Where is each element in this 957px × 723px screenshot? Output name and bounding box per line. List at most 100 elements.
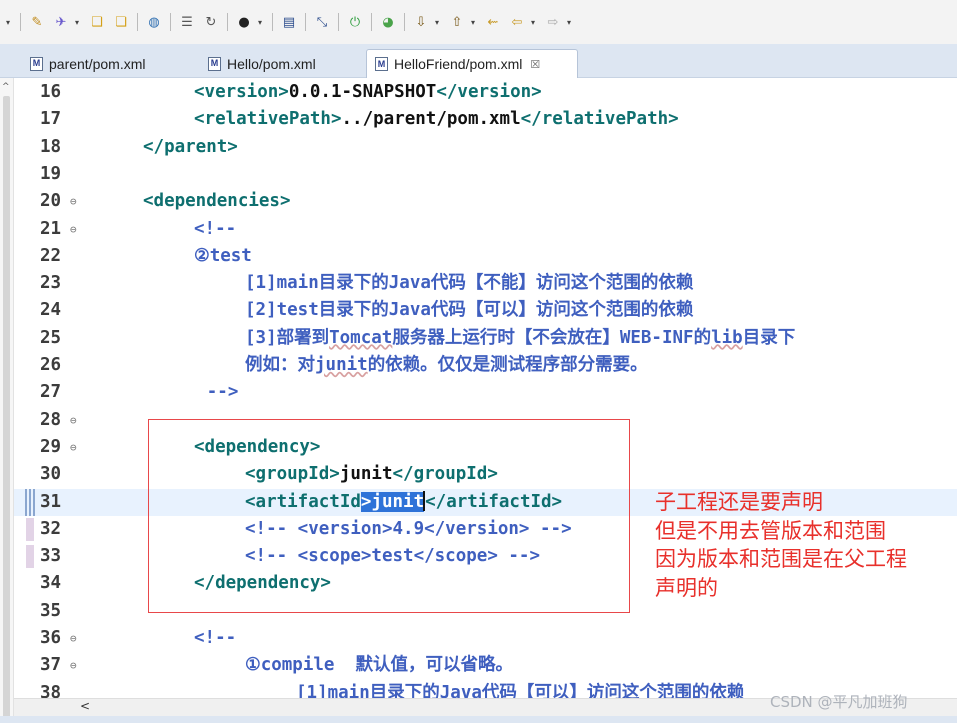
code-line[interactable]: 16 <version>0.0.1-SNAPSHOT</version> [14,79,957,106]
code-line[interactable]: 20 ⊖ <dependencies> [14,188,957,215]
next-annotation-dropdown-icon[interactable]: ▾ [435,18,443,27]
code-text[interactable]: [3]部署到Tomcat服务器上运行时【不会放在】WEB-INF的lib目录下 [245,325,795,352]
run-dropdown-icon[interactable]: ▾ [75,18,83,27]
code-token: Tomcat [329,327,393,348]
scroll-left-icon[interactable]: < [80,699,90,713]
code-line[interactable]: 24 [2]test目录下的Java代码【可以】访问这个范围的依赖 [14,297,957,324]
maven-file-icon: M [30,56,43,71]
code-token: 0.0.1-SNAPSHOT [288,82,437,102]
code-text[interactable]: <dependencies> [143,188,291,215]
code-line[interactable]: 23 [1]main目录下的Java代码【不能】访问这个范围的依赖 [14,270,957,297]
code-text[interactable]: --> [207,379,239,406]
scroll-up-icon[interactable]: ^ [2,82,10,92]
debug-dropdown-icon[interactable]: ▾ [258,18,266,27]
line-number: 30 [40,464,62,485]
code-text[interactable]: [1]main目录下的Java代码【不能】访问这个范围的依赖 [245,270,693,297]
console-icon[interactable]: ▤ [279,12,299,32]
toolbar-separator [227,13,228,31]
code-text[interactable]: <!-- [194,216,236,243]
line-number: 32 [40,518,62,539]
code-text[interactable]: 例如：对junit的依赖。仅仅是测试程序部分需要。 [245,352,648,379]
code-token: lib [711,327,743,348]
code-text[interactable]: [1]main目录下的Java代码【可以】访问这个范围的依赖 [296,680,744,698]
forward-dropdown-icon[interactable]: ▾ [567,18,575,27]
code-line[interactable]: 22 ②test [14,243,957,270]
last-edit-icon[interactable]: ⇜ [483,12,503,32]
code-text[interactable]: ①compile 默认值，可以省略。 [245,652,513,679]
build-icon[interactable]: ☰ [177,12,197,32]
line-number: 18 [40,136,62,157]
forward-icon[interactable]: ⇨ [543,12,563,32]
watermark: CSDN @平凡加班狗 [770,693,908,711]
main-toolbar: ▾ ✎ ✈ ▾ ❑ ❏ ◍ ☰ ↻ ● ▾ ▤ ⤡ ⏻ ◕ ⇩ ▾ ⇧ ▾ ⇜ … [0,0,957,44]
line-number: 35 [40,600,62,621]
code-line[interactable]: 26 例如：对junit的依赖。仅仅是测试程序部分需要。 [14,352,957,379]
scrollbar-thumb[interactable] [3,96,10,723]
code-text[interactable]: </parent> [143,134,238,161]
code-line[interactable]: 36 ⊖ <!-- [14,625,957,652]
toolbar-separator [305,13,306,31]
code-text[interactable]: <relativePath>../parent/pom.xml</relativ… [194,106,679,133]
open-project-icon[interactable]: ❏ [111,12,131,32]
toolbar-dropdown-icon[interactable]: ▾ [6,18,14,27]
annotation-line: 声明的 [655,575,718,600]
fold-toggle-icon[interactable]: ⊖ [70,625,77,652]
code-line[interactable]: 37 ⊖ ①compile 默认值，可以省略。 [14,652,957,679]
bottom-panel-tabs [0,716,957,723]
next-annotation-icon[interactable]: ⇩ [411,12,431,32]
change-marker [26,545,34,569]
code-text[interactable]: [2]test目录下的Java代码【可以】访问这个范围的依赖 [245,297,693,324]
back-dropdown-icon[interactable]: ▾ [531,18,539,27]
change-marker [26,517,34,541]
code-line[interactable]: 27 --> [14,379,957,406]
new-wizard-icon[interactable]: ✎ [27,12,47,32]
code-token: ①compile 默认值，可以省略。 [245,655,514,676]
debug-icon[interactable]: ● [234,12,254,32]
line-number: 28 [40,409,62,430]
previous-annotation-dropdown-icon[interactable]: ▾ [471,18,479,27]
code-line[interactable]: 17 <relativePath>../parent/pom.xml</relat… [14,106,957,133]
tab-hello-pom[interactable]: M Hello/pom.xml [208,49,358,78]
code-line[interactable]: 18 </parent> [14,134,957,161]
stop-icon[interactable]: ⏻ [345,12,365,32]
toolbar-separator [371,13,372,31]
fold-toggle-icon[interactable]: ⊖ [70,188,77,215]
tab-hellofriend-pom[interactable]: M HelloFriend/pom.xml ☒ [366,49,578,78]
refresh-icon[interactable]: ↻ [201,12,221,32]
code-line[interactable]: 21 ⊖ <!-- [14,216,957,243]
back-icon[interactable]: ⇦ [507,12,527,32]
fold-toggle-icon[interactable]: ⊖ [70,434,77,461]
close-tab-icon[interactable]: ☒ [530,58,540,71]
line-number: 24 [40,300,62,321]
code-token: junit [315,355,368,375]
code-line[interactable]: 25 [3]部署到Tomcat服务器上运行时【不会放在】WEB-INF的lib目录… [14,325,957,352]
server-icon[interactable]: ◕ [378,12,398,32]
line-number: 26 [40,355,62,375]
code-token: 的依赖。仅仅是测试程序部分需要。 [367,355,648,375]
previous-annotation-icon[interactable]: ⇧ [447,12,467,32]
code-text[interactable]: <!-- [194,625,236,652]
tab-parent-pom[interactable]: M parent/pom.xml [30,49,195,78]
toolbar-separator [404,13,405,31]
code-token: [2]test目录下的Java代码【可以】访问这个范围的依赖 [245,300,694,321]
code-line[interactable]: 19 [14,161,957,188]
fold-toggle-icon[interactable]: ⊖ [70,216,77,243]
fold-toggle-icon[interactable]: ⊖ [70,407,77,434]
line-number: 23 [40,273,62,294]
code-text[interactable]: <version>0.0.1-SNAPSHOT</version> [194,79,542,106]
code-token: <!-- [194,218,237,239]
code-token: <dependencies> [143,191,291,212]
code-token: </version> [436,82,542,102]
globe-icon[interactable]: ◍ [144,12,164,32]
run-icon[interactable]: ✈ [51,12,71,32]
code-text[interactable]: ②test [194,243,252,270]
line-number: 27 [40,382,62,403]
open-folder-icon[interactable]: ❑ [87,12,107,32]
line-number: 38 [40,682,62,698]
left-scrollbar[interactable]: ^ [0,78,14,723]
code-token: 例如：对 [245,355,315,375]
breakpoint-icon[interactable]: ⤡ [312,12,332,32]
code-token: [3]部署到 [245,327,330,348]
line-number: 34 [40,573,62,594]
fold-toggle-icon[interactable]: ⊖ [70,652,77,679]
